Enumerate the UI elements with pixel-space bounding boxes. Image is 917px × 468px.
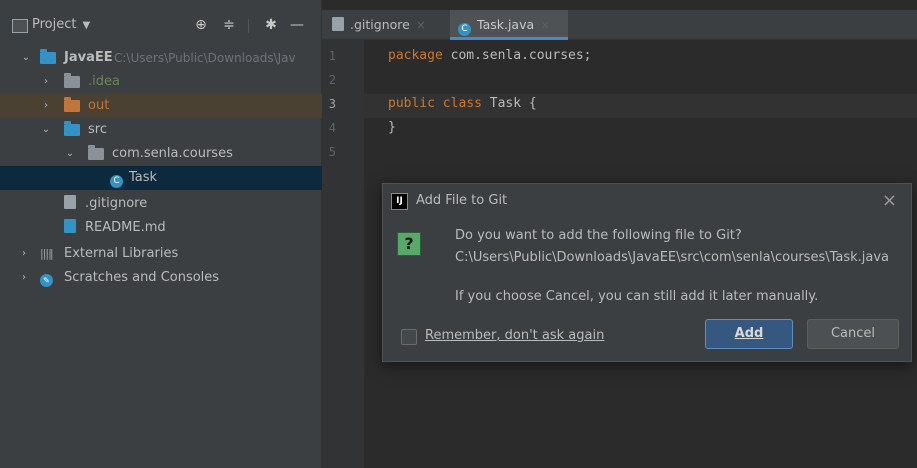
project-header: Project ▼ ⊕ ≑ ✱ —: [0, 10, 322, 40]
tree-item-label: com.senla.courses: [112, 146, 233, 161]
line-number: 1: [328, 49, 336, 63]
minimize-icon[interactable]: —: [288, 16, 306, 34]
scratches-icon: ✎: [40, 266, 59, 290]
line-number: 4: [328, 121, 336, 135]
tab-gitignore[interactable]: .gitignore ×: [332, 10, 450, 40]
folder-icon: [64, 73, 80, 88]
line-number: 5: [328, 145, 336, 159]
tree-item-label: src: [88, 122, 107, 137]
tree-item-label: Scratches and Consoles: [64, 270, 220, 285]
code-text: com.senla.courses;: [442, 48, 592, 63]
gear-icon[interactable]: ✱: [262, 16, 280, 34]
dialog-title-bar[interactable]: IJ Add File to Git ×: [383, 184, 911, 218]
intellij-logo-icon: IJ: [391, 193, 408, 210]
chevron-down-icon: ⌄: [21, 52, 31, 63]
add-button[interactable]: Add: [705, 319, 793, 349]
class-icon: C: [110, 166, 129, 190]
dialog-note: If you choose Cancel, you can still add …: [455, 289, 819, 304]
tree-item-label: Task: [129, 170, 158, 185]
dialog-title: Add File to Git: [416, 193, 508, 208]
collapse-all-icon[interactable]: ≑: [220, 16, 238, 34]
header-divider: [248, 19, 249, 33]
line-number: 3: [328, 97, 336, 111]
line-number: 2: [328, 73, 336, 87]
tree-item-scratches[interactable]: › ✎ Scratches and Consoles: [0, 266, 322, 290]
project-view-icon[interactable]: [12, 19, 28, 33]
tree-item-src[interactable]: ⌄ src: [0, 118, 322, 142]
tree-item-label: .idea: [88, 74, 120, 89]
tree-item-gitignore[interactable]: .gitignore: [0, 192, 322, 216]
tree-item-task[interactable]: C Task: [0, 166, 322, 190]
gitignore-file-icon: [332, 17, 344, 31]
remember-checkbox[interactable]: [401, 329, 417, 345]
code-line-3[interactable]: public class Task {: [388, 96, 537, 111]
code-text: Task {: [481, 96, 537, 111]
tree-item-label: out: [88, 98, 110, 113]
close-icon[interactable]: ×: [416, 18, 426, 32]
cancel-button[interactable]: Cancel: [807, 319, 899, 349]
tree-item-javaee[interactable]: ⌄ JavaEE C:\Users\Public\Downloads\Jav: [0, 46, 322, 70]
chevron-right-icon: ›: [44, 100, 48, 111]
chevron-right-icon: ›: [22, 248, 26, 259]
package-icon: [88, 145, 104, 160]
tab-label: Task.java: [477, 17, 535, 32]
chevron-right-icon: ›: [22, 272, 26, 283]
add-file-to-git-dialog: IJ Add File to Git × ? Do you want to ad…: [382, 183, 912, 362]
code-keyword: public class: [388, 96, 482, 111]
dialog-file-path: C:\Users\Public\Downloads\JavaEE\src\com…: [455, 250, 890, 265]
editor-gutter: 1 2 3 4 5: [322, 40, 364, 468]
locate-icon[interactable]: ⊕: [192, 16, 210, 34]
remember-checkbox-label[interactable]: Remember, don't ask again: [425, 328, 604, 343]
tree-item-path: C:\Users\Public\Downloads\Jav: [114, 51, 296, 65]
excluded-folder-icon: [64, 97, 80, 112]
chevron-down-icon: ⌄: [65, 148, 75, 159]
project-tool-window: Project ▼ ⊕ ≑ ✱ — ⌄ JavaEE C:\Users\Publi…: [0, 0, 322, 468]
libraries-icon: |||‖: [40, 247, 54, 260]
project-header-label: Project: [32, 17, 77, 32]
chevron-right-icon: ›: [44, 76, 48, 87]
dialog-question: Do you want to add the following file to…: [455, 228, 742, 243]
tree-item-readme[interactable]: README.md: [0, 216, 322, 240]
project-view-dropdown[interactable]: Project ▼: [32, 17, 90, 32]
code-keyword: package: [388, 48, 443, 63]
tree-item-label: JavaEE: [64, 50, 113, 65]
source-folder-icon: [64, 121, 80, 136]
code-line-4[interactable]: }: [388, 120, 396, 135]
code-line-1[interactable]: package com.senla.courses;: [388, 48, 592, 63]
checkbox-label-text: Remember, don't ask again: [425, 328, 605, 343]
tree-item-label: README.md: [85, 220, 166, 235]
tab-task-java[interactable]: C Task.java ×: [450, 10, 568, 40]
markdown-file-icon: [64, 216, 82, 240]
module-folder-icon: [40, 49, 56, 64]
editor-tab-bar: .gitignore × C Task.java ×: [322, 10, 917, 40]
tree-item-external-libraries[interactable]: › |||‖ External Libraries: [0, 242, 322, 266]
close-icon[interactable]: ×: [540, 18, 550, 32]
chevron-down-icon: ⌄: [41, 124, 51, 135]
tree-item-out[interactable]: › out: [0, 94, 322, 118]
tree-item-label: External Libraries: [64, 246, 179, 261]
tree-item-idea[interactable]: › .idea: [0, 70, 322, 94]
close-icon[interactable]: ×: [882, 190, 897, 211]
gitignore-file-icon: [64, 192, 82, 216]
tree-item-package[interactable]: ⌄ com.senla.courses: [0, 142, 322, 166]
class-icon: C: [458, 23, 471, 36]
code-text: }: [388, 120, 396, 135]
chevron-down-icon: ▼: [82, 20, 91, 31]
tab-label: .gitignore: [350, 17, 410, 32]
tree-item-label: .gitignore: [85, 196, 148, 211]
question-icon: ?: [397, 232, 421, 256]
